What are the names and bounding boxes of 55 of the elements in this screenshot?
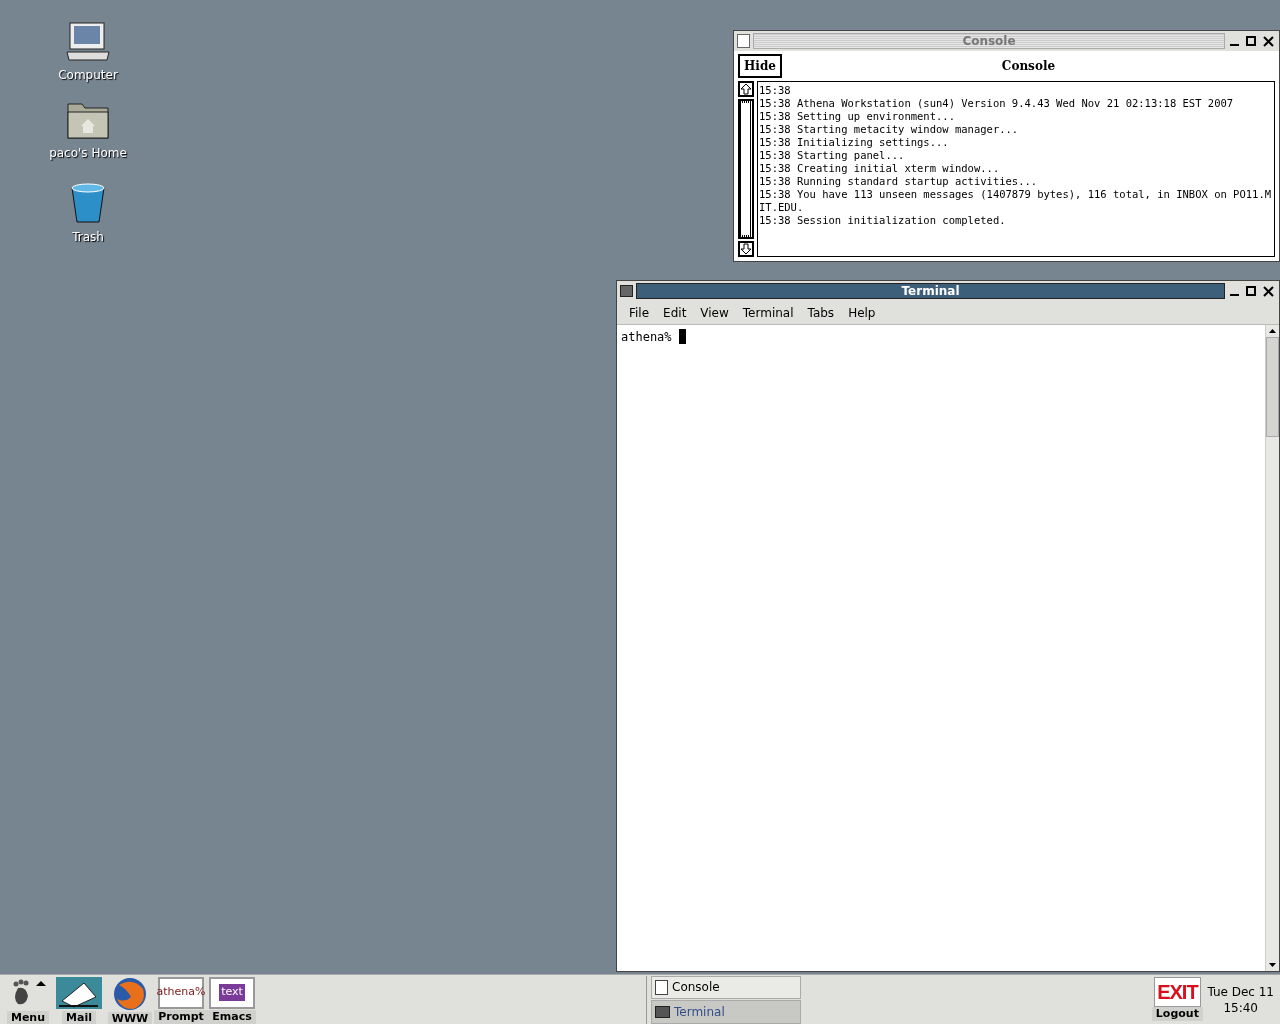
log-line: 15:38 Initializing settings... <box>759 136 950 149</box>
log-line: 15:38 Session initialization completed. <box>759 214 1007 227</box>
log-line: 15:38 You have 113 unseen messages (1407879 bytes), 116 total, in INBOX on PO11.MIT.EDU. <box>759 188 1273 214</box>
log-line: 15:38 Athena Workstation (sun4) Version 9.4.43 Wed Nov 21 02:13:18 EST 2007 <box>759 97 1235 110</box>
log-line: 15:38 <box>759 84 792 97</box>
prompt-icon: athena% <box>158 976 204 1009</box>
log-line: 15:38 Setting up environment... <box>759 110 956 123</box>
window-title: Terminal <box>901 283 960 300</box>
desktop-icon-label[interactable]: Trash <box>72 228 104 246</box>
desktop-icon-label[interactable]: paco's Home <box>49 144 127 162</box>
menu-item[interactable]: Tabs <box>801 301 841 324</box>
envelope-icon <box>56 977 102 1009</box>
launcher-button[interactable]: athena% Prompt <box>157 974 205 1024</box>
menu-item[interactable]: View <box>694 301 735 324</box>
window-icon <box>655 979 668 995</box>
maximize-icon[interactable] <box>1246 36 1256 46</box>
shell-prompt: athena% <box>621 329 672 345</box>
close-icon[interactable] <box>1263 285 1274 297</box>
log-line: 15:38 Starting panel... <box>759 149 906 162</box>
terminal-icon[interactable] <box>620 285 633 297</box>
up-arrow-icon[interactable] <box>738 81 754 97</box>
log-line: 15:38 Starting metacity window manager... <box>759 123 1020 136</box>
computer-icon <box>65 22 111 62</box>
launcher-button[interactable]: Mail <box>55 974 103 1024</box>
menu-item[interactable]: File <box>623 301 656 324</box>
scrollbar[interactable] <box>1265 325 1279 971</box>
launcher-button[interactable]: Menu <box>4 974 52 1024</box>
launcher-button[interactable]: WWW <box>106 974 154 1024</box>
logout-button[interactable]: EXIT Logout <box>1153 974 1202 1024</box>
clock[interactable]: Tue Dec 11 15:40 <box>1201 983 1280 1016</box>
close-icon[interactable] <box>1263 35 1274 47</box>
scrollbar[interactable] <box>738 81 754 257</box>
menu-item[interactable]: Terminal <box>736 301 800 324</box>
console-heading: Console <box>1000 58 1057 75</box>
hide-button[interactable]: Hide <box>738 54 782 78</box>
maximize-icon[interactable] <box>1246 286 1256 296</box>
desktop-icon-label[interactable]: Computer <box>58 66 118 84</box>
launcher-button[interactable]: text Emacs <box>208 974 256 1024</box>
window-title: Console <box>962 33 1016 50</box>
window-menu-icon[interactable] <box>737 34 750 48</box>
globe-icon <box>113 976 147 1011</box>
text-cursor <box>678 329 686 344</box>
trash-icon <box>70 182 106 224</box>
log-line: 15:38 Creating initial xterm window... <box>759 162 1001 175</box>
home-folder-icon <box>66 102 110 140</box>
down-arrow-icon[interactable] <box>738 241 754 257</box>
taskbar-button[interactable]: Console <box>651 975 801 999</box>
scrollbar-thumb[interactable] <box>1266 337 1279 437</box>
menu-item[interactable]: Edit <box>657 301 693 324</box>
menu-item[interactable]: Help <box>842 301 882 324</box>
editor-icon: text <box>209 976 255 1009</box>
taskbar-button[interactable]: Terminal <box>651 1000 801 1024</box>
terminal-icon <box>655 1005 670 1018</box>
log-line: 15:38 Running standard startup activities... <box>759 175 1039 188</box>
exit-sign: EXIT <box>1154 976 1201 1007</box>
